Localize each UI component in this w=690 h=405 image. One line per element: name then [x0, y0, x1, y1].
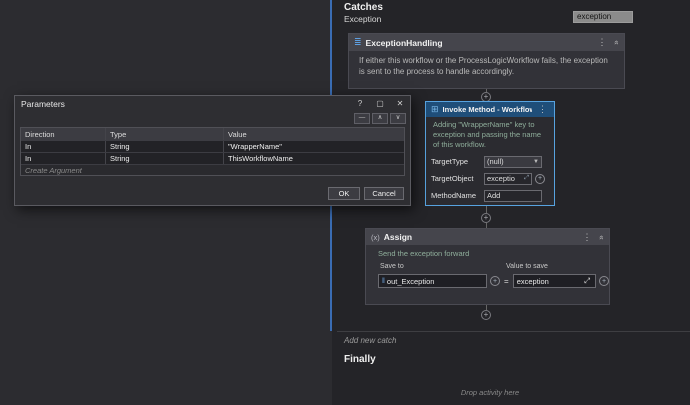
add-activity-button[interactable]: +: [481, 213, 491, 223]
assign-header[interactable]: (x) Assign ⋮ »: [366, 229, 609, 245]
save-to-value: out_Exception: [386, 276, 435, 286]
drop-activity-hint[interactable]: Drop activity here: [400, 388, 580, 397]
value-to-save-value: exception: [516, 276, 549, 286]
method-name-label: MethodName: [431, 191, 477, 201]
column-direction[interactable]: Direction: [21, 128, 106, 140]
move-down-button[interactable]: ∨: [390, 113, 406, 124]
expression-helper-button[interactable]: +: [490, 276, 501, 287]
invoke-method-header[interactable]: ⊞ Invoke Method - Workflowname ⋮: [426, 102, 554, 117]
table-row[interactable]: In String "WrapperName": [21, 140, 404, 152]
exception-handling-header[interactable]: ≣ ExceptionHandling ⋮ »: [349, 34, 624, 51]
invoke-method-title: Invoke Method - Workflowname: [442, 105, 532, 114]
save-to-input[interactable]: ‖ out_Exception: [378, 274, 488, 289]
help-button[interactable]: ?: [350, 96, 370, 111]
table-row[interactable]: In String ThisWorkflowName: [21, 152, 404, 164]
exception-handling-title: ExceptionHandling: [365, 37, 443, 48]
expand-editor-icon[interactable]: ⤢: [524, 175, 529, 182]
assign-icon: (x): [371, 232, 380, 242]
cell-value[interactable]: "WrapperName": [224, 141, 404, 152]
exception-handling-description: If either this workflow or the ProcessLo…: [359, 56, 608, 76]
exception-type-label: Exception: [344, 14, 382, 24]
target-type-label: TargetType: [431, 157, 469, 167]
cell-direction[interactable]: In: [21, 141, 106, 152]
method-name-input[interactable]: Add: [484, 189, 542, 202]
remove-argument-button[interactable]: —: [354, 113, 370, 124]
value-to-save-input[interactable]: exception ⤢: [512, 274, 596, 289]
catches-heading: Catches: [344, 2, 383, 13]
menu-dots-icon[interactable]: ⋮: [581, 232, 594, 243]
connector-line: [486, 206, 487, 213]
target-object-value: exceptio: [487, 174, 515, 184]
assign-title: Assign: [383, 232, 413, 242]
method-name-value: Add: [487, 191, 501, 201]
cell-type[interactable]: String: [106, 153, 224, 164]
close-button[interactable]: ✕: [390, 96, 410, 111]
table-header-row: Direction Type Value: [21, 128, 404, 140]
finally-heading: Finally: [344, 354, 376, 365]
add-activity-button[interactable]: +: [481, 310, 491, 320]
section-separator: [337, 331, 690, 332]
maximize-button[interactable]: ▢: [370, 96, 390, 111]
sequence-icon: ≣: [354, 37, 362, 47]
dialog-title: Parameters: [21, 98, 65, 109]
parameters-dialog: Parameters ? ▢ ✕ — ∧ ∨ Direction Type Va…: [14, 95, 411, 206]
column-value[interactable]: Value: [224, 128, 404, 140]
create-argument-row[interactable]: Create Argument: [21, 164, 404, 175]
target-type-row: TargetType (null) ▼: [431, 153, 549, 170]
dialog-titlebar[interactable]: Parameters ? ▢ ✕: [15, 96, 410, 111]
cell-direction[interactable]: In: [21, 153, 106, 164]
collapse-icon[interactable]: »: [611, 39, 620, 45]
value-to-save-label: Value to save: [506, 263, 548, 271]
method-name-row: MethodName Add: [431, 187, 549, 204]
target-object-row: TargetObject exceptio ⤢ +: [431, 170, 549, 187]
target-type-dropdown[interactable]: (null) ▼: [484, 155, 542, 168]
target-type-value: (null): [487, 157, 504, 167]
cell-value[interactable]: ThisWorkflowName: [224, 153, 404, 164]
equals-sign: =: [504, 276, 509, 286]
chevron-down-icon: ▼: [533, 158, 539, 165]
column-type[interactable]: Type: [106, 128, 224, 140]
collapse-icon[interactable]: »: [596, 234, 605, 240]
variable-icon: ‖: [382, 277, 385, 285]
ok-button[interactable]: OK: [328, 187, 360, 200]
move-up-button[interactable]: ∧: [372, 113, 388, 124]
invoke-method-annotation: Adding "WrapperName" key to exception an…: [433, 120, 541, 149]
invoke-method-activity[interactable]: ⊞ Invoke Method - Workflowname ⋮ Adding …: [425, 101, 555, 206]
expression-helper-button[interactable]: +: [535, 173, 545, 184]
save-to-label: Save to: [380, 263, 404, 271]
expression-helper-button[interactable]: +: [599, 276, 609, 287]
target-object-input[interactable]: exceptio ⤢: [484, 172, 532, 185]
assign-annotation: Send the exception forward: [378, 249, 470, 258]
cell-type[interactable]: String: [106, 141, 224, 152]
menu-dots-icon[interactable]: ⋮: [536, 104, 549, 115]
invoke-method-icon: ⊞: [431, 104, 439, 114]
exception-variable-field[interactable]: exception: [573, 11, 633, 23]
add-new-catch-link[interactable]: Add new catch: [344, 336, 396, 345]
exception-handling-activity[interactable]: ≣ ExceptionHandling ⋮ » If either this w…: [348, 33, 625, 89]
dialog-toolbar: — ∧ ∨: [15, 111, 410, 126]
cancel-button[interactable]: Cancel: [364, 187, 404, 200]
assign-activity[interactable]: (x) Assign ⋮ » Send the exception forwar…: [365, 228, 610, 305]
expand-editor-icon[interactable]: ⤢: [582, 275, 592, 287]
menu-dots-icon[interactable]: ⋮: [596, 37, 609, 48]
target-object-label: TargetObject: [431, 174, 474, 184]
parameters-table: Direction Type Value In String "WrapperN…: [20, 127, 405, 176]
